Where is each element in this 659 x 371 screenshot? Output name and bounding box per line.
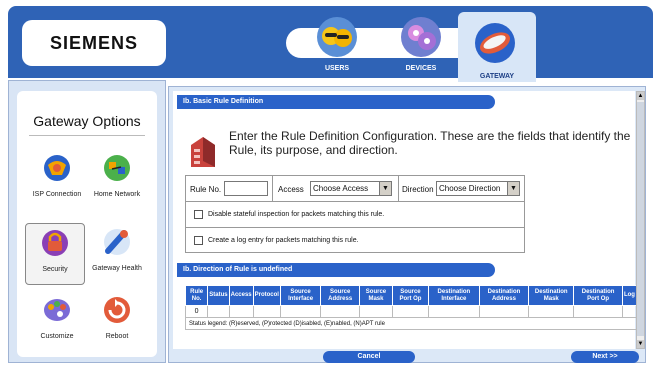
access-select[interactable]: Choose Access ▼: [310, 181, 392, 196]
nav-tab-gateway[interactable]: GATEWAY: [458, 12, 536, 82]
isp-connection-icon: [44, 155, 70, 181]
field-divider: [398, 176, 399, 202]
column-header: Status: [207, 285, 230, 306]
table-cell: [359, 305, 393, 318]
option-label: Reboot: [105, 333, 129, 340]
column-header: Rule No.: [184, 285, 209, 306]
users-icon: [317, 17, 357, 57]
column-header: Source Interface: [279, 285, 322, 306]
scroll-up-arrow-icon[interactable]: ▲: [637, 92, 644, 100]
header-bar: SIEMENS USERS DEVICES GATEWAY: [8, 6, 653, 82]
column-header: Log: [621, 285, 638, 306]
main-content: Ib. Basic Rule Definition Enter the Rule…: [173, 91, 638, 349]
table-cell: [428, 305, 480, 318]
nav-tab-users[interactable]: USERS: [304, 12, 370, 76]
table-cell: [528, 305, 575, 318]
nav-label-devices: DEVICES: [405, 65, 437, 72]
log-entry-row: Create a log entry for packets matching …: [186, 228, 524, 254]
option-label: Home Network: [93, 191, 141, 198]
nav-label-gateway: GATEWAY: [479, 73, 515, 80]
gateway-icon: [475, 23, 515, 63]
chevron-down-icon[interactable]: ▼: [507, 182, 519, 195]
direction-select[interactable]: Choose Direction ▼: [436, 181, 520, 196]
gateway-health-icon: [104, 229, 130, 255]
column-header: Destination Mask: [528, 285, 575, 306]
column-header: Destination Port Op: [573, 285, 623, 306]
security-lock-icon: [42, 230, 68, 256]
rule-table: Rule No. Status Access Protocol Source I…: [184, 285, 638, 330]
column-header: Destination Address: [478, 285, 530, 306]
table-cell: [279, 305, 322, 318]
firewall-building-icon: [191, 137, 215, 167]
app-window: SIEMENS USERS DEVICES GATEWAY Gateway Op…: [0, 0, 659, 371]
table-cell: [478, 305, 530, 318]
status-legend: Status legend: (R)eserved, (P)rotected (…: [185, 317, 637, 330]
chevron-down-icon[interactable]: ▼: [379, 182, 391, 195]
devices-icon: [401, 17, 441, 57]
column-header: Source Address: [320, 285, 361, 306]
access-label: Access: [278, 185, 304, 194]
next-button[interactable]: Next >>: [571, 351, 639, 363]
option-gateway-health[interactable]: Gateway Health: [87, 223, 147, 287]
table-header-row: Rule No. Status Access Protocol Source I…: [184, 285, 638, 306]
option-label: Security: [42, 266, 68, 273]
home-network-icon: [104, 155, 130, 181]
sidebar: Gateway Options ISP Connection Home Netw…: [8, 80, 166, 363]
reboot-icon: [104, 297, 130, 323]
log-entry-label: Create a log entry for packets matching …: [208, 237, 359, 244]
option-home-network[interactable]: Home Network: [87, 149, 147, 213]
scroll-thumb[interactable]: [637, 102, 644, 336]
table-cell: [207, 305, 230, 318]
column-header: Source Mask: [359, 285, 393, 306]
option-customize[interactable]: Customize: [27, 291, 87, 355]
disable-stateful-checkbox[interactable]: [194, 210, 203, 219]
intro-instructions: Enter the Rule Definition Configuration.…: [229, 129, 631, 157]
option-label: Customize: [40, 333, 74, 340]
siemens-logo: SIEMENS: [22, 20, 166, 66]
field-divider: [272, 176, 273, 202]
table-row[interactable]: 0: [184, 305, 638, 318]
option-isp-connection[interactable]: ISP Connection: [27, 149, 87, 213]
sidebar-panel: Gateway Options ISP Connection Home Netw…: [17, 91, 157, 357]
option-label: ISP Connection: [32, 191, 82, 198]
nav-tab-devices[interactable]: DEVICES: [388, 12, 454, 76]
rule-no-label: Rule No.: [190, 185, 222, 194]
log-entry-checkbox[interactable]: [194, 236, 203, 245]
column-header: Access: [228, 285, 254, 306]
option-security[interactable]: Security: [25, 223, 85, 285]
section-header-basic-rule: Ib. Basic Rule Definition: [177, 95, 495, 109]
column-header: Source Port Op: [391, 285, 430, 306]
column-header: Protocol: [252, 285, 281, 306]
table-cell: 0: [184, 305, 209, 318]
option-reboot[interactable]: Reboot: [87, 291, 147, 355]
disable-stateful-row: Disable stateful inspection for packets …: [186, 202, 524, 228]
rule-no-input[interactable]: [224, 181, 268, 196]
option-label: Gateway Health: [92, 265, 142, 272]
customize-palette-icon: [44, 299, 70, 321]
table-cell: [573, 305, 623, 318]
direction-label: Direction: [402, 185, 434, 194]
disable-stateful-label: Disable stateful inspection for packets …: [208, 211, 385, 218]
sidebar-title: Gateway Options: [33, 113, 141, 129]
main-panel: Ib. Basic Rule Definition Enter the Rule…: [168, 86, 646, 363]
table-cell: [252, 305, 281, 318]
table-cell: [391, 305, 430, 318]
direction-select-value: Choose Direction: [439, 184, 501, 193]
rule-form-row: Rule No. Access Choose Access ▼ Directio…: [186, 176, 524, 202]
scroll-down-arrow-icon[interactable]: ▼: [637, 340, 644, 348]
column-header: Destination Interface: [428, 285, 480, 306]
vertical-scrollbar[interactable]: ▲ ▼: [636, 91, 645, 349]
table-cell: [621, 305, 638, 318]
rule-form: Rule No. Access Choose Access ▼ Directio…: [185, 175, 525, 253]
sidebar-divider: [29, 135, 145, 136]
table-cell: [320, 305, 361, 318]
nav-label-users: USERS: [324, 65, 350, 72]
table-cell: [228, 305, 254, 318]
status-legend-row: Status legend: (R)eserved, (P)rotected (…: [185, 317, 637, 330]
access-select-value: Choose Access: [313, 184, 369, 193]
cancel-button[interactable]: Cancel: [323, 351, 415, 363]
section-header-direction: Ib. Direction of Rule is undefined: [177, 263, 495, 277]
